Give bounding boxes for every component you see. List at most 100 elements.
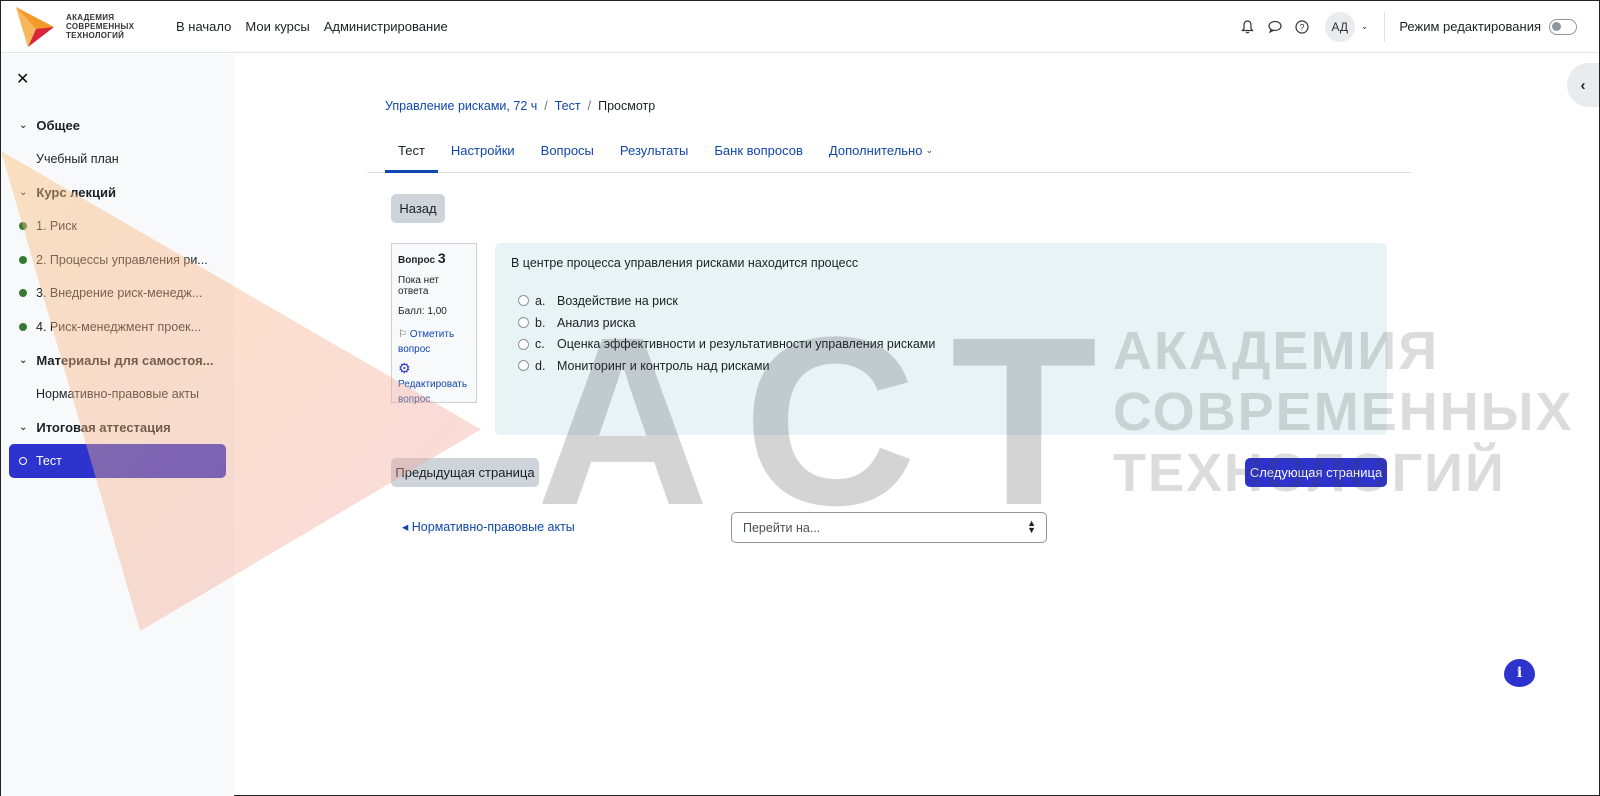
tab-quiz[interactable]: Тест: [367, 129, 438, 173]
avatar[interactable]: АД: [1324, 11, 1355, 42]
course-index-item-label: 3. Внедрение риск-менедж...: [36, 286, 203, 301]
info-bubble-icon[interactable]: i: [1504, 659, 1535, 687]
answer-list: a. Воздействие на риск b. Анализ риска c. Оце…: [511, 290, 1371, 377]
question-text: В центре процесса управления рисками нах…: [511, 256, 859, 270]
question-number-value: 3: [437, 250, 446, 266]
answer-text: Воздействие на риск: [557, 293, 678, 308]
chevron-down-icon[interactable]: ⌄: [1361, 21, 1369, 32]
gear-icon[interactable]: ⚙: [398, 360, 470, 377]
answer-letter: a.: [535, 293, 546, 308]
nav-my-courses[interactable]: Мои курсы: [245, 19, 309, 34]
course-index-item[interactable]: 1. Риск: [1, 210, 234, 244]
course-section[interactable]: ⌄ Курс лекций: [1, 176, 234, 210]
course-index-item[interactable]: 2. Процессы управления ри...: [1, 243, 234, 277]
next-page-button[interactable]: Следующая страница: [1245, 458, 1387, 487]
course-index-item-label: 1. Риск: [36, 219, 77, 234]
tab-question-bank[interactable]: Банк вопросов: [701, 129, 816, 172]
tab-more-label: Дополнительно: [828, 143, 923, 158]
chevron-left-icon: ‹: [1580, 76, 1586, 94]
answer-radio[interactable]: [518, 295, 529, 307]
current-activity-icon: [19, 456, 27, 465]
course-index-item[interactable]: Нормативно-правовые акты: [1, 377, 234, 411]
question-info: Вопрос 3 Пока нет ответа Балл: 1,00 ⚐ От…: [391, 243, 477, 405]
flag-question-label: Отметить вопрос: [398, 329, 455, 355]
brand-name: АКАДЕМИЯ СОВРЕМЕННЫХ ТЕХНОЛОГИЙ: [66, 13, 135, 40]
breadcrumb-current: Просмотр: [598, 99, 656, 113]
tab-results[interactable]: Результаты: [607, 129, 701, 172]
brand-logo[interactable]: АКАДЕМИЯ СОВРЕМЕННЫХ ТЕХНОЛОГИЙ: [14, 5, 154, 49]
completion-dot-icon: [19, 222, 27, 231]
previous-activity-label: Нормативно-правовые акты: [411, 520, 575, 534]
previous-page-button[interactable]: Предыдущая страница: [391, 458, 539, 487]
chevron-down-icon[interactable]: ⌄: [19, 422, 27, 433]
chevron-down-icon[interactable]: ⌄: [19, 120, 27, 131]
course-section-label: Материалы для самостоя...: [36, 352, 214, 368]
nav-administration[interactable]: Администрирование: [324, 19, 448, 34]
course-index-item-label: Тест: [36, 453, 62, 468]
completion-dot-icon: [19, 289, 27, 298]
course-section[interactable]: ⌄ Общее: [1, 109, 234, 143]
chat-icon[interactable]: [1266, 18, 1284, 36]
answer-letter: b.: [535, 315, 546, 330]
course-section-label: Курс лекций: [36, 185, 116, 201]
edit-mode-toggle[interactable]: [1549, 18, 1577, 35]
answer-radio[interactable]: [518, 360, 529, 372]
tab-questions[interactable]: Вопросы: [528, 129, 607, 172]
close-icon[interactable]: ✕: [16, 69, 29, 89]
svg-text:?: ?: [1299, 22, 1304, 32]
flag-question-link[interactable]: ⚐ Отметить вопрос: [398, 327, 470, 357]
course-section[interactable]: ⌄ Материалы для самостоя...: [1, 344, 234, 378]
secondary-navigation: Тест Настройки Вопросы Результаты Банк в…: [367, 129, 1411, 173]
course-index-item[interactable]: Учебный план: [1, 143, 234, 177]
jump-to-select[interactable]: Перейти на... ▲ ▼: [731, 512, 1047, 543]
tab-settings[interactable]: Настройки: [438, 129, 528, 172]
bell-icon[interactable]: [1239, 18, 1257, 36]
course-section[interactable]: ⌄ Итоговая аттестация: [1, 411, 234, 445]
chevron-down-icon[interactable]: ⌄: [19, 355, 27, 366]
edit-mode-label: Режим редактирования: [1399, 19, 1541, 34]
course-index-item[interactable]: Тест: [9, 444, 226, 478]
help-icon[interactable]: ?: [1293, 18, 1311, 36]
course-index-item-label: 4. Риск-менеджмент проек...: [36, 319, 202, 334]
answer-option[interactable]: d. Мониторинг и контроль над рисками: [511, 355, 1371, 377]
open-block-drawer-button[interactable]: ‹: [1567, 63, 1599, 107]
chevron-down-icon: ⌄: [925, 145, 934, 155]
course-section-label: Итоговая аттестация: [36, 419, 171, 435]
breadcrumb-quiz[interactable]: Тест: [555, 99, 581, 113]
course-index-item[interactable]: 3. Внедрение риск-менедж...: [1, 277, 234, 311]
tab-more[interactable]: Дополнительно ⌄: [816, 129, 946, 172]
nav-home[interactable]: В начало: [176, 19, 231, 34]
primary-nav: В начало Мои курсы Администрирование: [176, 19, 462, 34]
previous-activity-link[interactable]: ◂ Нормативно-правовые акты: [402, 519, 575, 534]
course-index-item[interactable]: 4. Риск-менеджмент проек...: [1, 310, 234, 344]
question-label: Вопрос: [398, 255, 436, 266]
flag-icon: ⚐: [398, 329, 407, 340]
answer-text: Анализ риска: [557, 315, 636, 330]
navbar-right: ? АД ⌄ Режим редактирования: [1230, 11, 1577, 42]
question-number: Вопрос 3: [398, 250, 470, 266]
logo-icon: [16, 6, 54, 47]
top-navbar: АКАДЕМИЯ СОВРЕМЕННЫХ ТЕХНОЛОГИЙ В начало…: [1, 1, 1599, 53]
answer-text: Мониторинг и контроль над рисками: [557, 358, 770, 373]
question-grade: Балл: 1,00: [398, 306, 447, 317]
breadcrumb-course[interactable]: Управление рисками, 72 ч: [385, 99, 537, 113]
question-content: В центре процесса управления рисками нах…: [495, 243, 1387, 435]
jump-to-placeholder: Перейти на...: [743, 520, 821, 535]
chevron-down-icon[interactable]: ⌄: [19, 187, 27, 198]
answer-radio[interactable]: [518, 317, 529, 329]
answer-option[interactable]: a. Воздействие на риск: [511, 290, 1371, 312]
course-section-label: Общее: [36, 118, 80, 134]
edit-question-link[interactable]: Редактировать вопрос: [398, 377, 470, 407]
course-index-drawer: ✕ ⌄ Общее Учебный план ⌄ Курс лекций 1. Риск 2…: [1, 54, 234, 796]
course-index-item-label: 2. Процессы управления ри...: [36, 252, 208, 267]
answer-option[interactable]: c. Оценка эффективности и результативност…: [511, 333, 1371, 355]
answer-option[interactable]: b. Анализ риска: [511, 312, 1371, 334]
back-button[interactable]: Назад: [391, 194, 445, 223]
answer-text: Оценка эффективности и результативности …: [557, 337, 936, 352]
answer-radio[interactable]: [518, 338, 529, 350]
arrow-left-icon: ◂: [402, 520, 409, 534]
answer-letter: d.: [535, 358, 546, 373]
select-arrows-icon: ▲ ▼: [1027, 518, 1036, 535]
course-index: ⌄ Общее Учебный план ⌄ Курс лекций 1. Риск 2. …: [1, 109, 234, 478]
completion-dot-icon: [19, 255, 27, 264]
